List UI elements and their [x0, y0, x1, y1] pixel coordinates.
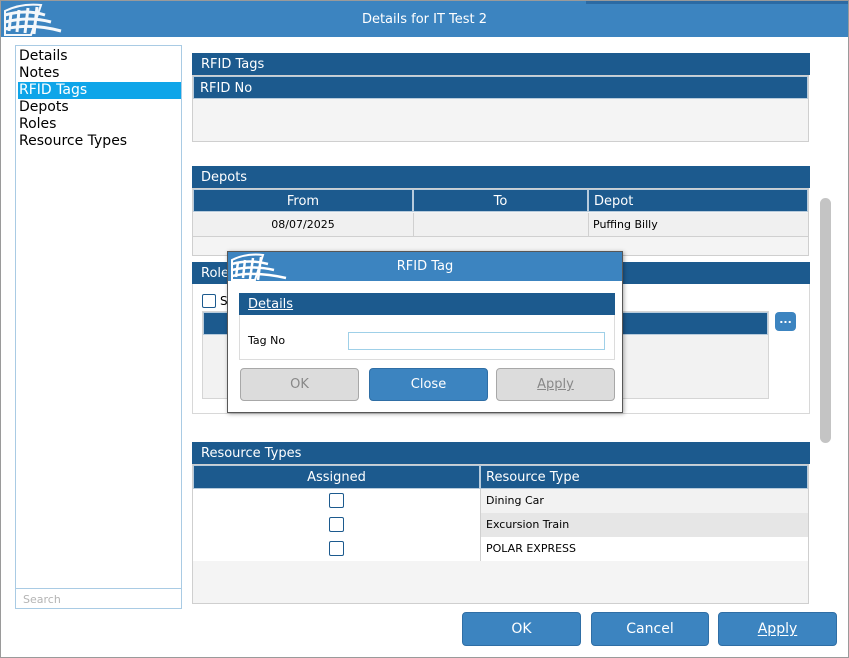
dialog-title-bar[interactable]: RFID Tag — [228, 252, 622, 281]
roles-ellipsis-button[interactable]: ... — [775, 312, 796, 331]
tag-no-label: Tag No — [248, 334, 286, 347]
resource-type-column-header[interactable]: Resource Type — [480, 465, 808, 489]
assigned-checkbox[interactable] — [329, 541, 344, 556]
roles-select-checkbox[interactable] — [202, 294, 216, 308]
dialog-details-header-label: Details — [248, 297, 294, 312]
depot-from-cell: 08/07/2025 — [271, 218, 335, 231]
table-row[interactable]: 08/07/2025 Puffing Billy — [193, 213, 808, 237]
column-divider — [413, 213, 414, 237]
dialog-close-button[interactable]: Close — [369, 368, 488, 401]
tag-no-input[interactable] — [348, 332, 605, 350]
assigned-checkbox[interactable] — [329, 517, 344, 532]
vertical-scrollbar-thumb[interactable] — [820, 198, 831, 443]
dialog-apply-button[interactable]: Apply — [496, 368, 615, 401]
depots-header: Depots — [192, 166, 810, 188]
rfid-tag-dialog: RFID Tag Details Tag No OK Close Apply — [227, 251, 623, 413]
nav-item-notes[interactable]: Notes — [18, 65, 181, 82]
resource-type-name: POLAR EXPRESS — [486, 542, 577, 555]
resource-types-header: Resource Types — [192, 442, 810, 464]
table-row[interactable]: Excursion Train — [193, 513, 808, 537]
title-bar[interactable]: Details for IT Test 2 — [1, 1, 848, 37]
title-bar-strip — [586, 1, 848, 4]
nav-item-resource-types[interactable]: Resource Types — [18, 133, 181, 150]
depot-name-cell: Puffing Billy — [593, 218, 658, 231]
nav-search-input[interactable]: Search — [16, 588, 181, 608]
depot-column-header[interactable]: Depot — [588, 189, 808, 212]
rfid-tags-header: RFID Tags — [192, 53, 810, 75]
dialog-title: RFID Tag — [396, 259, 454, 274]
nav-item-depots[interactable]: Depots — [18, 99, 181, 116]
nav-panel: Details Notes RFID Tags Depots Roles Res… — [15, 45, 182, 609]
column-divider — [588, 213, 589, 237]
dialog-details-header: Details — [239, 293, 615, 315]
assigned-checkbox[interactable] — [329, 493, 344, 508]
table-row[interactable]: POLAR EXPRESS — [193, 537, 808, 561]
details-window: Details for IT Test 2 Details Notes RFID… — [0, 0, 849, 658]
table-row[interactable]: Dining Car — [193, 489, 808, 513]
dialog-ok-button[interactable]: OK — [240, 368, 359, 401]
rfid-no-column-header[interactable]: RFID No — [193, 76, 808, 99]
resource-type-name: Excursion Train — [486, 518, 570, 531]
nav-item-rfid-tags[interactable]: RFID Tags — [18, 82, 181, 99]
cancel-button[interactable]: Cancel — [591, 612, 709, 646]
resource-type-name: Dining Car — [486, 494, 544, 507]
from-column-header[interactable]: From — [193, 189, 413, 212]
to-column-header[interactable]: To — [413, 189, 588, 212]
ok-button[interactable]: OK — [462, 612, 581, 646]
nav-item-roles[interactable]: Roles — [18, 116, 181, 133]
window-title: Details for IT Test 2 — [361, 12, 488, 27]
nav-item-details[interactable]: Details — [18, 48, 181, 65]
assigned-column-header[interactable]: Assigned — [193, 465, 480, 489]
apply-button[interactable]: Apply — [718, 612, 837, 646]
